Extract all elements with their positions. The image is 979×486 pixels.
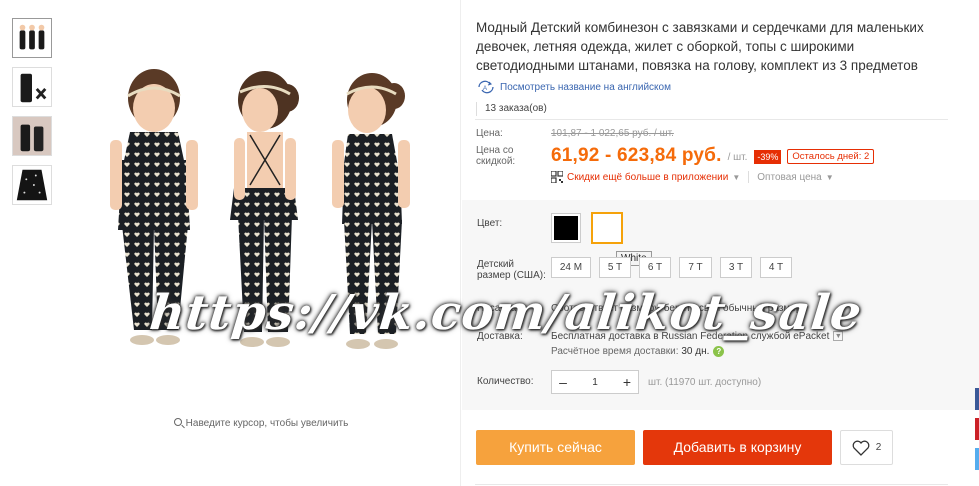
buy-now-button[interactable]: Купить сейчас xyxy=(476,430,635,465)
magnifier-icon xyxy=(173,418,182,426)
thumbnail-2[interactable] xyxy=(12,67,52,107)
wholesale-price-link[interactable]: Оптовая цена xyxy=(757,172,821,183)
delivery-estimate: Расчётное время доставки: 30 дн.? xyxy=(551,346,725,357)
old-price: 101,87 - 1 022,65 руб. / шт. xyxy=(551,128,674,139)
translate-link[interactable]: A Посмотреть название на английском xyxy=(476,80,956,94)
size-option-7t[interactable]: 7 T xyxy=(679,257,712,278)
translate-link-label[interactable]: Посмотреть название на английском xyxy=(500,82,671,93)
eta-value: 30 дн. xyxy=(681,346,710,357)
discount-price: 61,92 - 623,84 руб. xyxy=(551,145,722,166)
decrement-button[interactable]: – xyxy=(552,374,574,390)
chevron-down-icon: ▼ xyxy=(825,172,834,182)
old-price-label: Цена: xyxy=(476,128,503,139)
heart-icon xyxy=(852,440,870,456)
size-option-3t[interactable]: 3 T xyxy=(720,257,752,278)
fit-label: Посадка: xyxy=(477,303,520,314)
shipping-text: Бесплатная доставка в Russian Federation… xyxy=(551,331,830,342)
zoom-hint-text: Наведите курсор, чтобы увеличить xyxy=(185,418,349,429)
size-option-4t[interactable]: 4 T xyxy=(760,257,792,278)
chevron-down-icon: ▼ xyxy=(732,172,741,182)
help-icon[interactable]: ? xyxy=(713,346,725,357)
chevron-down-icon[interactable]: ▼ xyxy=(833,331,844,342)
facebook-share-icon[interactable] xyxy=(975,388,979,410)
wishlist-button[interactable]: 2 xyxy=(840,430,893,465)
price-block: Цена: 101,87 - 1 022,65 руб. / шт. Цена … xyxy=(476,128,956,183)
shipping-info[interactable]: Бесплатная доставка в Russian Federation… xyxy=(551,331,844,342)
pinterest-share-icon[interactable] xyxy=(975,418,979,440)
divider xyxy=(748,171,750,183)
thumbnail-list xyxy=(12,18,52,214)
quantity-input[interactable] xyxy=(574,376,616,388)
size-option-24m[interactable]: 24 M xyxy=(551,257,591,278)
size-option-5t[interactable]: 5 T xyxy=(599,257,631,278)
days-left-badge: Осталось дней: 2 xyxy=(787,149,875,164)
quantity-stepper: – + xyxy=(551,370,639,394)
color-swatch-white[interactable] xyxy=(591,212,623,244)
divider xyxy=(475,484,948,485)
shipping-label: Доставка: xyxy=(477,331,523,342)
product-title: Модный Детский комбинезон с завязками и … xyxy=(476,20,924,73)
orders-count: 13 заказа(ов) xyxy=(476,102,956,116)
zoom-hint: Наведите курсор, чтобы увеличить xyxy=(62,418,460,429)
thumbnail-4[interactable] xyxy=(12,165,52,205)
product-main-image[interactable] xyxy=(62,10,460,410)
column-divider xyxy=(460,0,461,486)
size-label: Детский размер (США): xyxy=(477,259,546,281)
thumbnail-1[interactable] xyxy=(12,18,52,58)
translate-icon: A xyxy=(478,80,494,94)
color-swatch-black[interactable] xyxy=(551,213,581,243)
quantity-label: Количество: xyxy=(477,376,534,387)
discount-price-label: Цена со скидкой: xyxy=(476,145,516,167)
availability-text: шт. (11970 шт. доступно) xyxy=(648,377,762,388)
per-unit: / шт. xyxy=(727,152,748,163)
eta-label: Расчётное время доставки: xyxy=(551,346,679,357)
wishlist-count: 2 xyxy=(875,442,882,453)
app-discount-link[interactable]: Скидки ещё больше в приложении xyxy=(567,172,728,183)
size-option-6t[interactable]: 6 T xyxy=(639,257,671,278)
svg-text:A: A xyxy=(483,86,487,92)
fit-text: Соответствует размеру, берите свой обычн… xyxy=(551,303,802,314)
add-to-cart-button[interactable]: Добавить в корзину xyxy=(643,430,832,465)
divider xyxy=(475,119,948,120)
product-info: Модный Детский комбинезон с завязками и … xyxy=(476,18,956,116)
discount-badge: -39% xyxy=(754,150,782,164)
thumbnail-3[interactable] xyxy=(12,116,52,156)
color-label: Цвет: xyxy=(477,218,503,229)
twitter-share-icon[interactable] xyxy=(975,448,979,470)
increment-button[interactable]: + xyxy=(616,374,638,390)
qr-code-icon xyxy=(551,171,563,183)
